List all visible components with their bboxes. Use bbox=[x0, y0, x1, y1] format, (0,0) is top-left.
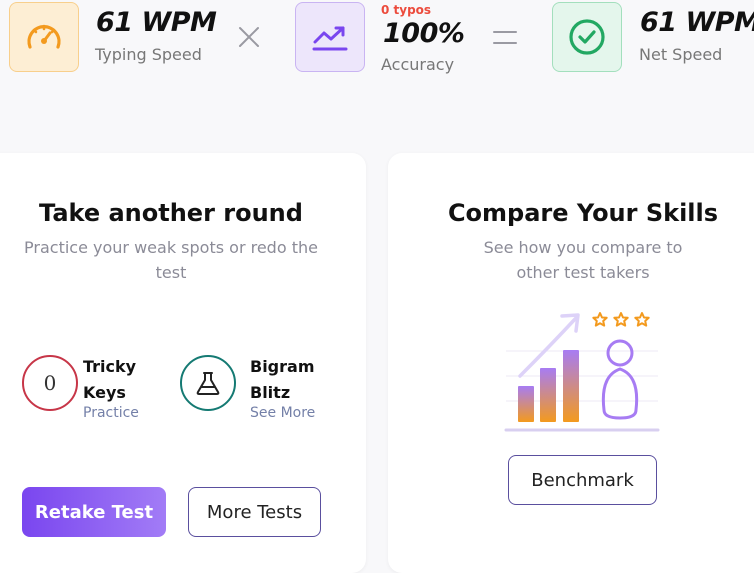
benchmark-illustration bbox=[504, 312, 660, 432]
tricky-keys-practice-link[interactable]: Practice bbox=[83, 405, 139, 421]
benchmark-button[interactable]: Benchmark bbox=[508, 455, 657, 505]
net-speed-label: Net Speed bbox=[639, 45, 723, 64]
accuracy-value: 100% bbox=[383, 18, 465, 49]
practice-card-title: Take another round bbox=[39, 199, 303, 227]
compare-card-title: Compare Your Skills bbox=[447, 199, 719, 227]
bigram-blitz-see-more-link[interactable]: See More bbox=[250, 405, 315, 421]
typos-count: 0 typos bbox=[381, 3, 432, 17]
check-circle-icon bbox=[569, 19, 605, 55]
practice-card-subtitle: Practice your weak spots or redo the tes… bbox=[24, 238, 318, 282]
typing-speed-value: 61 WPM bbox=[96, 7, 217, 38]
retake-test-button[interactable]: Retake Test bbox=[22, 487, 166, 537]
tricky-keys-badge[interactable]: 0 bbox=[22, 355, 78, 411]
more-tests-button[interactable]: More Tests bbox=[188, 487, 321, 537]
tricky-keys-glyph: 0 bbox=[43, 371, 57, 395]
trending-up-icon bbox=[312, 26, 348, 51]
net-speed-value: 61 WPM bbox=[640, 7, 754, 38]
bigram-blitz-title[interactable]: Bigram Blitz bbox=[250, 354, 320, 406]
equals-icon bbox=[493, 31, 517, 44]
typing-speed-label: Typing Speed bbox=[95, 45, 202, 64]
speedometer-icon bbox=[27, 24, 61, 49]
net-speed-icon-box bbox=[552, 2, 622, 72]
accuracy-icon-box bbox=[295, 2, 365, 72]
typing-speed-icon-box bbox=[9, 2, 79, 72]
compare-card-subtitle: See how you compare to other test takers bbox=[483, 238, 683, 282]
accuracy-label: Accuracy bbox=[381, 55, 455, 74]
flask-icon bbox=[196, 372, 220, 395]
bigram-blitz-badge[interactable] bbox=[180, 355, 236, 411]
multiply-icon bbox=[239, 27, 259, 47]
tricky-keys-title[interactable]: Tricky Keys bbox=[83, 354, 153, 406]
